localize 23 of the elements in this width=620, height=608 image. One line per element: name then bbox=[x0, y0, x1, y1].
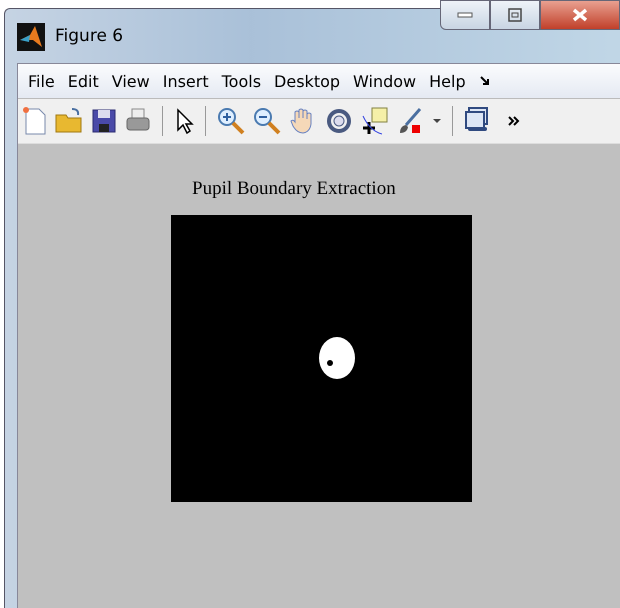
menu-item[interactable]: View bbox=[106, 72, 157, 90]
menu-item[interactable]: Tools bbox=[216, 72, 268, 90]
dock-arrow-icon[interactable] bbox=[478, 75, 491, 87]
maximize-button[interactable] bbox=[490, 0, 540, 30]
menu-item[interactable]: Desktop bbox=[268, 72, 348, 90]
more-chevron-icon[interactable] bbox=[507, 114, 521, 128]
axes-title: Pupil Boundary Extraction bbox=[192, 178, 396, 201]
menu-item[interactable]: Edit bbox=[62, 72, 106, 90]
menu-item[interactable]: Window bbox=[347, 72, 424, 90]
close-icon bbox=[571, 8, 589, 22]
menu-item[interactable]: Help bbox=[423, 72, 473, 90]
window-title: Figure 6 bbox=[55, 26, 124, 46]
menu-item[interactable]: File bbox=[22, 72, 62, 90]
close-button[interactable] bbox=[540, 0, 620, 30]
zoom-in-icon[interactable] bbox=[216, 106, 246, 136]
minimize-button[interactable] bbox=[440, 0, 490, 30]
rotate-icon[interactable] bbox=[324, 106, 354, 136]
minimize-icon bbox=[457, 12, 473, 18]
menu-item[interactable]: Insert bbox=[156, 72, 216, 90]
data-cursor-icon[interactable] bbox=[360, 106, 390, 136]
maximize-icon bbox=[508, 8, 522, 22]
zoom-out-icon[interactable] bbox=[252, 106, 282, 136]
new-file-icon[interactable] bbox=[22, 106, 48, 136]
